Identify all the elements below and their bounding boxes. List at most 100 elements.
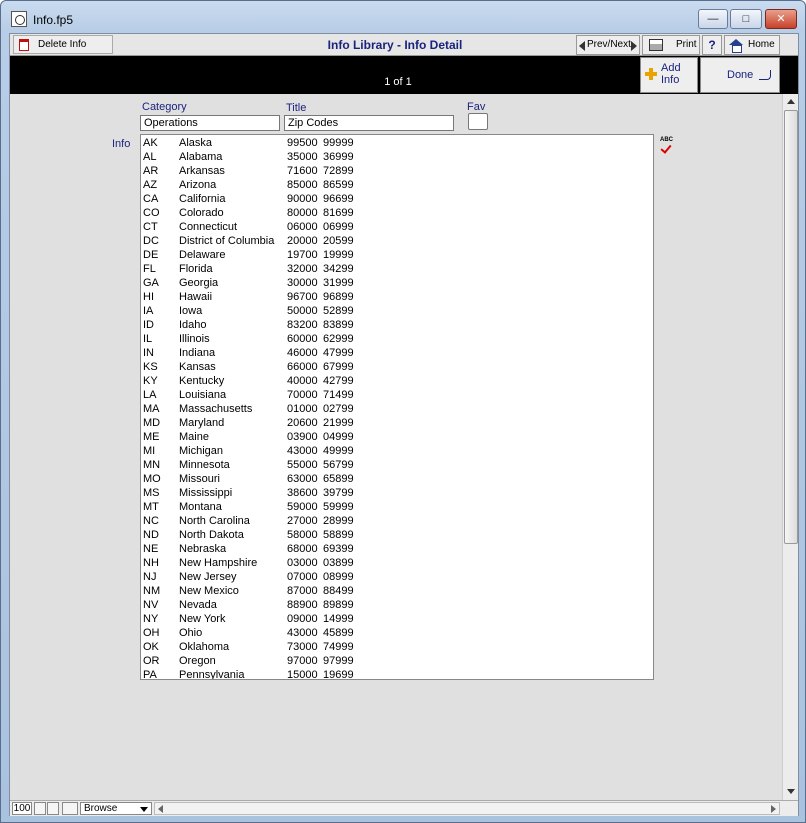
state-abbr: CT	[143, 221, 158, 233]
close-button[interactable]: ✕	[765, 9, 797, 29]
zip-start: 71600	[287, 165, 318, 177]
zip-end: 89899	[323, 599, 354, 611]
fav-checkbox[interactable]	[468, 113, 488, 130]
state-abbr: MD	[143, 417, 161, 429]
state-name: Louisiana	[179, 389, 227, 401]
window-title: Info.fp5	[33, 13, 74, 27]
title-bar[interactable]: Info.fp5 — □ ✕	[1, 1, 805, 33]
zoom-in-icon[interactable]	[47, 802, 59, 815]
state-name: Nebraska	[179, 543, 227, 555]
zip-start: 43000	[287, 445, 318, 457]
app-window: Info.fp5 — □ ✕ Delete Info Info Library …	[0, 0, 806, 823]
state-name: Kentucky	[179, 375, 225, 387]
title-field[interactable]: Zip Codes	[284, 115, 454, 131]
zip-end: 56799	[323, 459, 354, 471]
scroll-left-icon[interactable]	[158, 805, 163, 813]
zip-start: 32000	[287, 263, 318, 275]
status-bar: 100 Browse	[10, 800, 798, 816]
zip-start: 07000	[287, 571, 318, 583]
state-abbr: AR	[143, 165, 159, 177]
category-field[interactable]: Operations	[140, 115, 280, 131]
zip-end: 74999	[323, 641, 354, 653]
zip-start: 70000	[287, 389, 318, 401]
state-abbr: CO	[143, 207, 160, 219]
zip-start: 66000	[287, 361, 318, 373]
state-name: Illinois	[179, 333, 210, 345]
zip-start: 85000	[287, 179, 318, 191]
state-abbr: HI	[143, 291, 154, 303]
zip-end: 96699	[323, 193, 354, 205]
zip-start: 01000	[287, 403, 318, 415]
zip-end: 62999	[323, 333, 354, 345]
state-name: Maine	[179, 431, 209, 443]
zip-start: 03900	[287, 431, 318, 443]
state-name: Iowa	[179, 305, 203, 317]
zip-end: 28999	[323, 515, 354, 527]
zip-start: 38600	[287, 487, 318, 499]
zip-end: 08999	[323, 571, 354, 583]
done-button[interactable]: Done	[700, 57, 780, 93]
zip-end: 72899	[323, 165, 354, 177]
client-area: Delete Info Info Library - Info Detail P…	[9, 33, 799, 816]
zip-end: 97999	[323, 655, 354, 667]
zoom-out-icon[interactable]	[34, 802, 46, 815]
state-name: Alaska	[179, 137, 213, 149]
print-label: Print	[676, 39, 697, 50]
printer-icon	[649, 39, 663, 51]
state-abbr: MT	[143, 501, 159, 513]
zip-end: 86599	[323, 179, 354, 191]
state-abbr: DC	[143, 235, 159, 247]
state-abbr: IL	[143, 333, 153, 345]
zip-start: 96700	[287, 291, 318, 303]
return-icon	[759, 70, 771, 80]
scroll-down-icon[interactable]	[783, 784, 799, 800]
state-name: Idaho	[179, 319, 207, 331]
state-name: Alabama	[179, 151, 223, 163]
prev-next-button[interactable]: Prev/Next	[576, 35, 640, 55]
state-abbr: NY	[143, 613, 159, 625]
home-button[interactable]: Home	[724, 35, 780, 55]
mode-select[interactable]: Browse	[80, 802, 152, 815]
vertical-scrollbar[interactable]	[782, 94, 798, 800]
zip-start: 43000	[287, 627, 318, 639]
maximize-button[interactable]: □	[730, 9, 762, 29]
state-abbr: KS	[143, 361, 158, 373]
zip-start: 09000	[287, 613, 318, 625]
zip-start: 30000	[287, 277, 318, 289]
prev-next-label: Prev/Next	[587, 39, 631, 50]
state-name: District of Columbia	[179, 235, 275, 247]
zip-start: 35000	[287, 151, 318, 163]
scroll-up-icon[interactable]	[783, 94, 799, 110]
record-bar: 1 of 1 Add Info Done	[10, 56, 798, 94]
state-abbr: MO	[143, 473, 161, 485]
next-arrow-icon[interactable]	[631, 41, 637, 51]
add-info-button[interactable]: Add Info	[640, 57, 698, 93]
horizontal-scrollbar[interactable]	[154, 802, 780, 815]
state-abbr: AL	[143, 151, 157, 163]
info-text-area[interactable]: AK Alaska 99500 99999 AL Alabama 35000 36999 AR A…	[140, 134, 654, 680]
state-abbr: ID	[143, 319, 154, 331]
prev-arrow-icon[interactable]	[579, 41, 585, 51]
category-label: Category	[142, 101, 187, 113]
plus-icon	[645, 68, 657, 80]
status-toggle-icon[interactable]	[62, 802, 78, 815]
zip-end: 45899	[323, 627, 354, 639]
print-button[interactable]: Print	[642, 35, 700, 55]
mode-value: Browse	[84, 803, 118, 814]
spell-check-icon[interactable]: ABC	[660, 137, 678, 155]
minimize-button[interactable]: —	[698, 9, 728, 29]
info-label: Info	[112, 138, 131, 150]
zip-end: 04999	[323, 431, 354, 443]
zip-end: 67999	[323, 361, 354, 373]
zoom-level[interactable]: 100	[12, 802, 32, 815]
state-abbr: PA	[143, 669, 157, 680]
zip-end: 52899	[323, 305, 354, 317]
zip-end: 59999	[323, 501, 354, 513]
zip-start: 80000	[287, 207, 318, 219]
state-abbr: OR	[143, 655, 160, 667]
help-button[interactable]: ?	[702, 35, 722, 55]
zip-end: 06999	[323, 221, 354, 233]
scroll-thumb[interactable]	[784, 110, 798, 544]
zip-end: 20599	[323, 235, 354, 247]
scroll-right-icon[interactable]	[771, 805, 776, 813]
